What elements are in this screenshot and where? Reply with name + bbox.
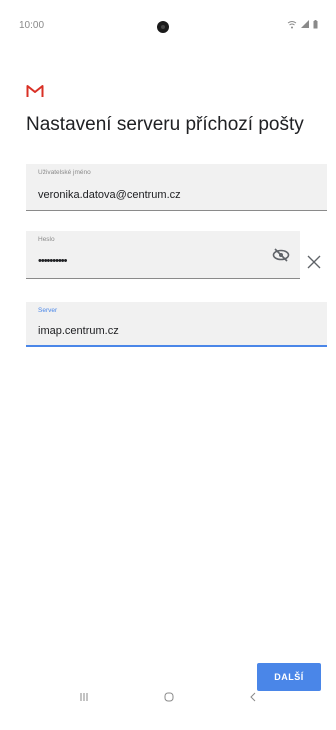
gmail-icon	[26, 85, 44, 97]
camera-cutout-icon	[157, 21, 169, 33]
signal-icon	[301, 20, 310, 29]
system-nav-bar	[0, 692, 336, 730]
username-input[interactable]: veronika.datova@centrum.cz	[38, 189, 181, 201]
status-icons	[287, 19, 318, 30]
username-field[interactable]: Uživatelské jméno veronika.datova@centru…	[26, 164, 327, 211]
password-field[interactable]: Heslo ••••••••••	[26, 231, 300, 279]
status-bar: 10:00	[0, 0, 336, 40]
home-icon[interactable]	[164, 692, 174, 702]
username-label: Uživatelské jméno	[38, 169, 91, 176]
server-label: Server	[38, 307, 58, 314]
server-input[interactable]: imap.centrum.cz	[38, 325, 119, 337]
page-title: Nastavení serveru příchozí pošty	[26, 114, 304, 135]
server-field[interactable]: Server imap.centrum.cz	[26, 302, 327, 347]
battery-icon	[313, 19, 318, 29]
password-input[interactable]: ••••••••••	[38, 255, 67, 267]
next-button[interactable]: DALŠÍ	[257, 663, 321, 691]
close-icon[interactable]	[307, 255, 321, 269]
visibility-off-icon[interactable]	[272, 248, 290, 262]
status-time: 10:00	[19, 20, 45, 31]
recents-icon[interactable]	[79, 692, 89, 702]
back-icon[interactable]	[248, 692, 258, 702]
wifi-icon	[288, 20, 297, 29]
password-label: Heslo	[38, 236, 55, 243]
